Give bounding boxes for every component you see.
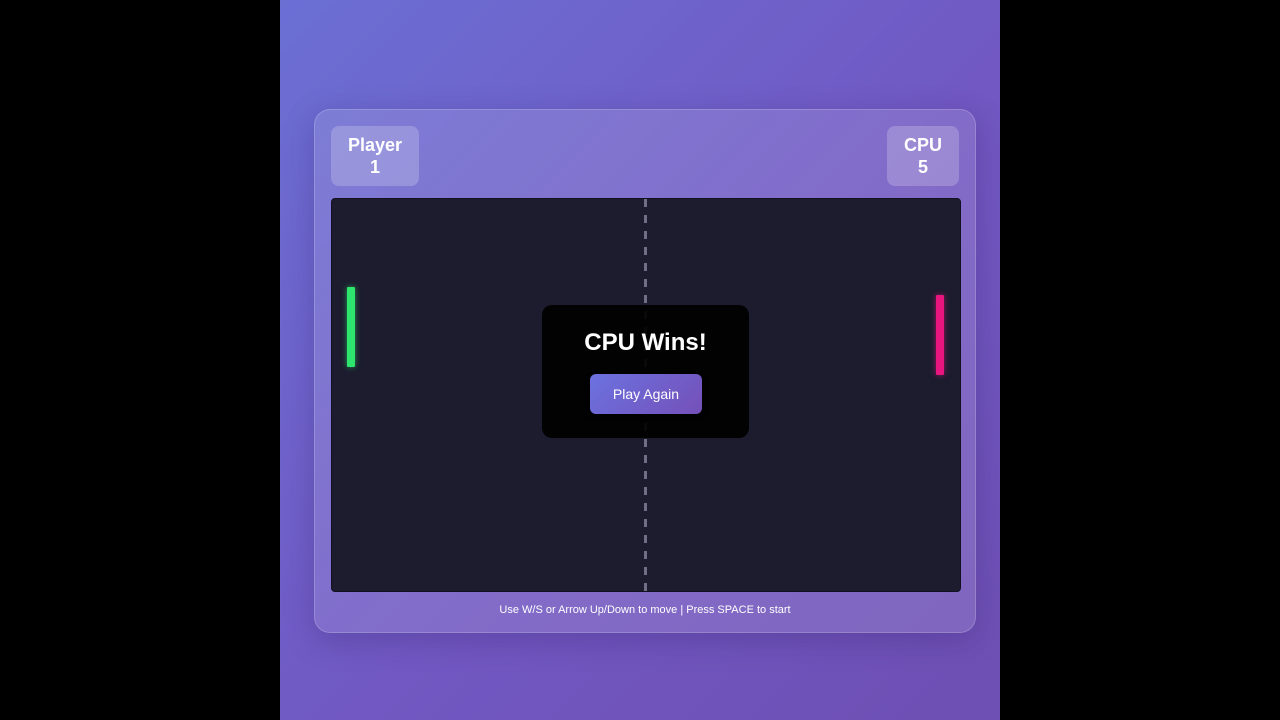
game-canvas[interactable]: CPU Wins! Play Again xyxy=(331,198,961,592)
game-page: Player 1 CPU 5 CPU Wins! Play Again Use … xyxy=(280,0,1000,720)
player-score: 1 xyxy=(369,157,380,177)
play-again-button[interactable]: Play Again xyxy=(590,374,702,414)
player-paddle xyxy=(347,287,355,367)
cpu-label: CPU xyxy=(903,135,942,155)
game-container: Player 1 CPU 5 CPU Wins! Play Again Use … xyxy=(314,109,976,633)
cpu-score-box: CPU 5 xyxy=(887,126,959,186)
controls-instructions: Use W/S or Arrow Up/Down to move | Press… xyxy=(499,604,791,616)
player-label: Player xyxy=(347,135,403,155)
game-over-title: CPU Wins! xyxy=(584,329,707,356)
cpu-score: 5 xyxy=(917,157,928,177)
game-over-dialog: CPU Wins! Play Again xyxy=(542,305,749,438)
player-score-box: Player 1 xyxy=(331,126,419,186)
cpu-paddle xyxy=(936,295,944,375)
